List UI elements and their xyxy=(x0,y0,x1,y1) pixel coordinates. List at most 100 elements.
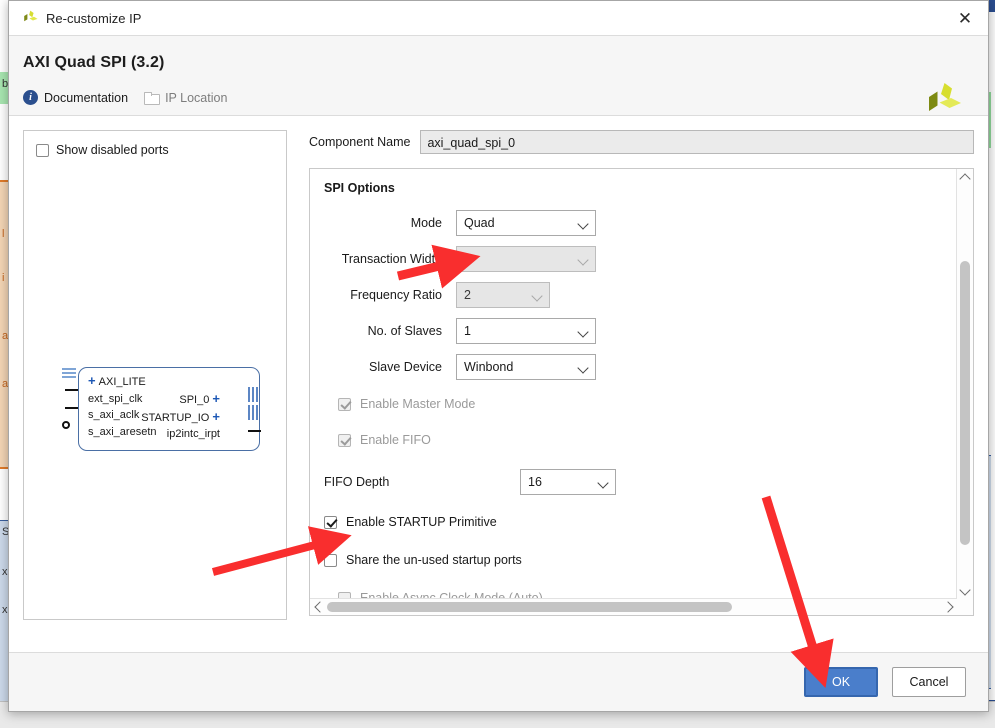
vertical-scrollbar-thumb[interactable] xyxy=(960,261,970,545)
folder-icon xyxy=(144,91,161,105)
transaction-width-value: 8 xyxy=(464,252,471,266)
header-links: i Documentation IP Location xyxy=(9,72,988,115)
enable-master-mode-checkbox xyxy=(338,397,351,411)
component-name-input[interactable]: axi_quad_spi_0 xyxy=(420,130,974,154)
field-transaction-width-label: Transaction Width xyxy=(341,252,442,266)
axi-lite-bus-pin xyxy=(62,368,76,379)
field-slave-device: Slave Device Winbond xyxy=(324,351,957,383)
options-horizontal-scrollbar[interactable] xyxy=(310,598,957,615)
enable-master-mode-label: Enable Master Mode xyxy=(360,397,476,411)
scroll-down-icon[interactable] xyxy=(957,583,973,599)
fifo-depth-dropdown[interactable]: 16 xyxy=(520,469,616,495)
background-fragment: l xyxy=(2,228,5,240)
show-disabled-ports-label: Show disabled ports xyxy=(56,143,169,157)
cancel-button[interactable]: Cancel xyxy=(892,667,966,697)
chevron-down-icon xyxy=(531,290,543,302)
show-disabled-ports-row[interactable]: Show disabled ports xyxy=(24,131,286,157)
info-icon: i xyxy=(23,90,38,105)
scroll-right-icon[interactable] xyxy=(941,599,957,615)
checkbox-enable-startup-primitive[interactable]: Enable STARTUP Primitive xyxy=(324,507,957,537)
enable-startup-primitive-label: Enable STARTUP Primitive xyxy=(346,515,497,529)
checkbox-enable-fifo: Enable FIFO xyxy=(338,425,957,455)
no-of-slaves-dropdown[interactable]: 1 xyxy=(456,318,596,344)
spi-options-scroll-area: SPI Options Mode Quad Transaction Width xyxy=(310,169,973,615)
scrollbar-corner xyxy=(957,599,973,615)
port-label: STARTUP_IO xyxy=(141,411,210,424)
field-fifo-depth: FIFO Depth 16 xyxy=(324,465,957,499)
checkbox-enable-master-mode: Enable Master Mode xyxy=(338,389,957,419)
ip-location-link[interactable]: IP Location xyxy=(144,91,227,105)
chevron-down-icon xyxy=(577,218,589,230)
slave-device-dropdown[interactable]: Winbond xyxy=(456,354,596,380)
dialog-titlebar: Re-customize IP ✕ xyxy=(9,1,988,36)
field-mode: Mode Quad xyxy=(324,207,957,239)
ip-location-link-label: IP Location xyxy=(165,90,228,105)
spi0-expand-icon[interactable]: + xyxy=(212,391,220,406)
ip-right-ports: SPI_0 + STARTUP_IO + ip2intc_irpt xyxy=(141,391,220,443)
spi-options-group-title: SPI Options xyxy=(324,181,395,195)
field-no-of-slaves: No. of Slaves 1 xyxy=(324,315,957,347)
frequency-ratio-dropdown: 2 xyxy=(456,282,550,308)
s-axi-aclk-pin xyxy=(65,407,78,409)
xilinx-logo-icon xyxy=(21,10,39,26)
component-name-label: Component Name xyxy=(309,135,411,149)
slave-device-value: Winbond xyxy=(464,360,514,374)
show-disabled-ports-checkbox[interactable] xyxy=(36,143,49,157)
component-name-row: Component Name axi_quad_spi_0 xyxy=(309,130,974,154)
background-fragment: i xyxy=(2,272,5,284)
chevron-down-icon xyxy=(577,326,589,338)
scroll-up-icon[interactable] xyxy=(957,169,973,185)
background-right-blue-top xyxy=(988,0,995,12)
dialog-header: AXI Quad SPI (3.2) i Documentation IP Lo… xyxy=(9,36,988,116)
enable-startup-primitive-checkbox[interactable] xyxy=(324,515,337,529)
spi-options-panel: SPI Options Mode Quad Transaction Width xyxy=(309,168,974,616)
no-of-slaves-value: 1 xyxy=(464,324,471,338)
dialog-footer: OK Cancel xyxy=(9,652,988,711)
dialog-title: Re-customize IP xyxy=(46,10,142,26)
dialog-body: Show disabled ports + AXI_LITE ext_spi_c… xyxy=(9,116,988,652)
options-side: Component Name axi_quad_spi_0 SPI Option… xyxy=(309,130,974,652)
scroll-left-icon[interactable] xyxy=(310,599,326,615)
horizontal-scrollbar-thumb[interactable] xyxy=(327,602,732,612)
field-no-of-slaves-label: No. of Slaves xyxy=(367,324,442,338)
ip2intc-irpt-pin xyxy=(248,430,261,432)
port-label: ip2intc_irpt xyxy=(166,428,220,440)
frequency-ratio-value: 2 xyxy=(464,288,471,302)
field-frequency-ratio-label: Frequency Ratio xyxy=(350,288,442,302)
xilinx-brand-logo xyxy=(924,80,964,120)
port-label: AXI_LITE xyxy=(98,376,146,388)
recustomize-ip-dialog: Re-customize IP ✕ AXI Quad SPI (3.2) i D… xyxy=(8,0,989,712)
documentation-link-label: Documentation xyxy=(44,90,129,105)
axi-lite-expand-icon[interactable]: + xyxy=(88,373,96,388)
ports-preview-panel: Show disabled ports + AXI_LITE ext_spi_c… xyxy=(23,130,287,620)
enable-fifo-checkbox xyxy=(338,433,351,447)
fifo-depth-value: 16 xyxy=(528,475,542,489)
chevron-down-icon xyxy=(577,254,589,266)
enable-fifo-label: Enable FIFO xyxy=(360,433,431,447)
ok-button[interactable]: OK xyxy=(804,667,878,697)
close-icon[interactable]: ✕ xyxy=(948,4,982,32)
spi0-bus-pin xyxy=(248,387,259,402)
port-label: SPI_0 xyxy=(179,394,210,406)
field-frequency-ratio: Frequency Ratio 2 xyxy=(324,279,957,311)
page-title: AXI Quad SPI (3.2) xyxy=(23,54,165,71)
startup-io-bus-pin xyxy=(248,405,259,420)
startup-io-expand-icon[interactable]: + xyxy=(212,409,220,424)
checkbox-share-unused-startup-ports[interactable]: Share the un-used startup ports xyxy=(324,545,957,575)
share-unused-startup-ports-checkbox[interactable] xyxy=(324,553,337,567)
fifo-depth-label: FIFO Depth xyxy=(324,475,390,489)
field-transaction-width: Transaction Width 8 xyxy=(324,243,957,275)
mode-dropdown[interactable]: Quad xyxy=(456,210,596,236)
transaction-width-dropdown: 8 xyxy=(456,246,596,272)
field-mode-label: Mode xyxy=(410,216,442,230)
ext-spi-clk-pin xyxy=(65,389,78,391)
mode-dropdown-value: Quad xyxy=(464,216,495,230)
share-unused-startup-ports-label: Share the un-used startup ports xyxy=(346,553,522,567)
documentation-link[interactable]: i Documentation xyxy=(23,90,128,105)
chevron-down-icon xyxy=(597,477,609,489)
s-axi-aresetn-pin xyxy=(62,421,70,429)
chevron-down-icon xyxy=(577,362,589,374)
field-slave-device-label: Slave Device xyxy=(369,360,442,374)
options-vertical-scrollbar[interactable] xyxy=(956,169,973,599)
spi-options-content: SPI Options Mode Quad Transaction Width xyxy=(310,169,957,615)
